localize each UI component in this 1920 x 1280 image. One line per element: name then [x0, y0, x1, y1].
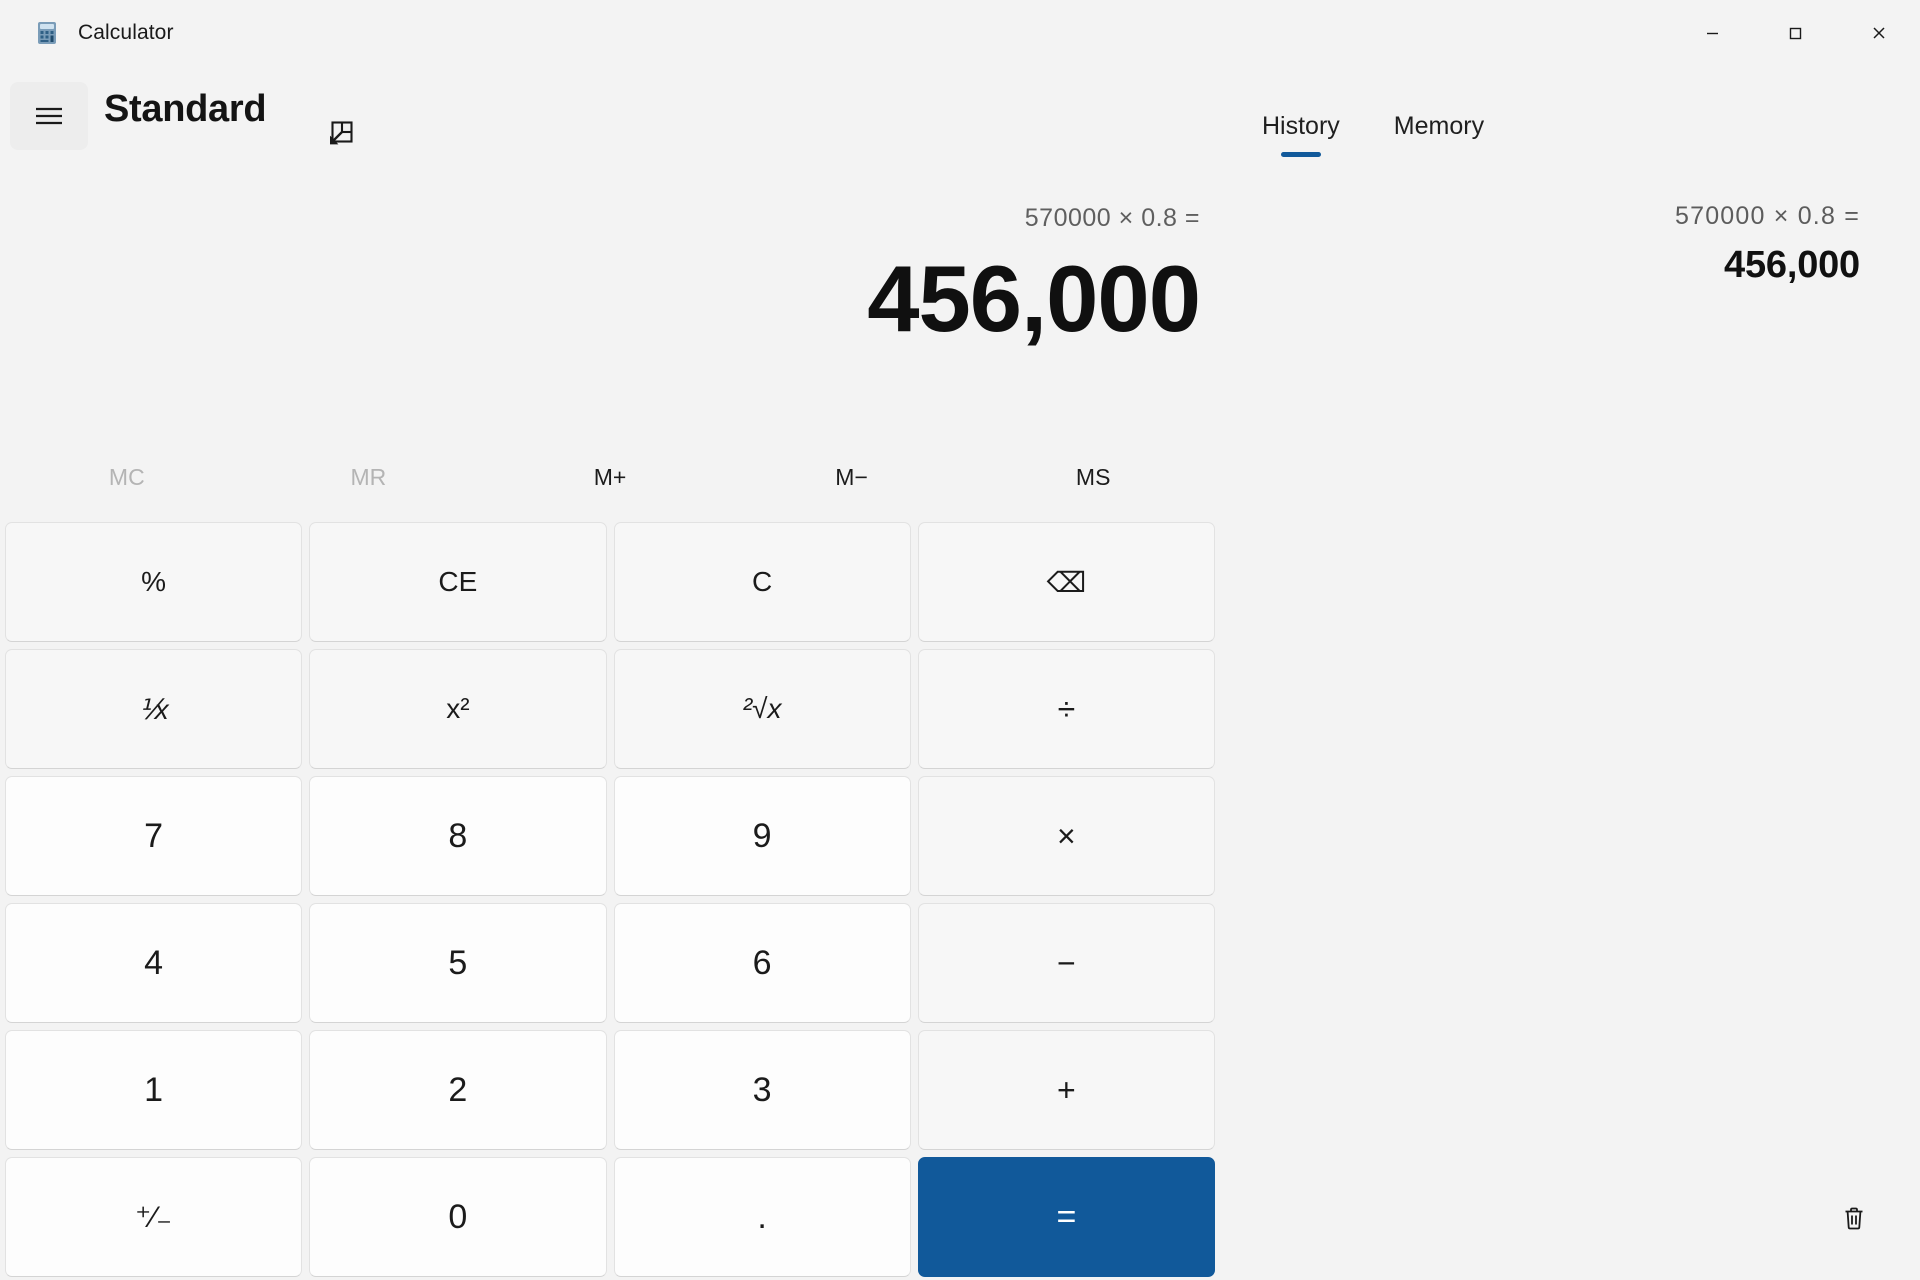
digit-5-button[interactable]: 5	[309, 903, 607, 1023]
maximize-icon	[1789, 27, 1802, 39]
trash-icon	[1845, 1207, 1863, 1230]
memory-store-button[interactable]: MS	[972, 455, 1214, 499]
memory-button-row: MC MR M+ M− MS	[0, 455, 1220, 499]
history-item-result: 456,000	[1724, 243, 1860, 286]
clear-entry-button[interactable]: CE	[309, 522, 607, 642]
calculator-window: Calculator Standard History Memory 57000…	[0, 0, 1920, 1280]
digit-2-button[interactable]: 2	[309, 1030, 607, 1150]
tab-memory[interactable]: Memory	[1372, 108, 1506, 157]
window-title: Calculator	[78, 21, 174, 44]
history-panel: 570000 × 0.8 = 456,000	[1228, 166, 1920, 1280]
subtract-button[interactable]: −	[917, 903, 1215, 1023]
minimize-icon	[1707, 32, 1718, 34]
digit-6-button[interactable]: 6	[613, 903, 911, 1023]
calculator-display: 570000 × 0.8 = 456,000	[0, 200, 1220, 349]
hamburger-menu-icon	[36, 107, 62, 125]
keypad: % CE C ⌫ ⅟x x² ²√x ÷ 7 8 9 × 4 5 6− 1 2 3 + ⁺⁄₋ 0. =	[0, 522, 1220, 1280]
tab-history[interactable]: History	[1240, 108, 1362, 157]
digit-0-button[interactable]: 0	[309, 1157, 607, 1277]
memory-clear-button: MC	[6, 455, 248, 499]
keep-on-top-icon	[330, 121, 353, 145]
close-button[interactable]	[1837, 0, 1920, 66]
close-icon	[1872, 27, 1885, 39]
title-bar: Calculator	[0, 0, 1920, 66]
display-result[interactable]: 456,000	[0, 249, 1220, 349]
tab-selected-indicator	[1280, 152, 1321, 157]
tab-memory-label: Memory	[1393, 112, 1485, 140]
minimize-button[interactable]	[1671, 0, 1754, 66]
tab-history-label: History	[1262, 112, 1340, 140]
percent-button[interactable]: %	[5, 522, 303, 642]
clear-button[interactable]: C	[613, 522, 911, 642]
digit-7-button[interactable]: 7	[5, 776, 303, 896]
navigation-menu-button[interactable]	[10, 82, 88, 150]
title-bar-left: Calculator	[0, 20, 174, 46]
history-item[interactable]: 570000 × 0.8 = 456,000	[1256, 190, 1892, 305]
calculator-icon	[34, 20, 60, 46]
equals-button[interactable]: =	[917, 1157, 1215, 1277]
window-controls	[1671, 0, 1920, 66]
history-item-expression: 570000 × 0.8 =	[1674, 202, 1860, 230]
digit-4-button[interactable]: 4	[5, 903, 303, 1023]
decimal-point-button[interactable]: .	[613, 1157, 911, 1277]
digit-3-button[interactable]: 3	[613, 1030, 911, 1150]
memory-recall-button: MR	[248, 455, 490, 499]
history-list: 570000 × 0.8 = 456,000	[1228, 190, 1920, 305]
mode-header: Standard	[0, 66, 1920, 166]
divide-button[interactable]: ÷	[917, 649, 1215, 769]
keep-on-top-button[interactable]	[322, 114, 360, 152]
add-button[interactable]: +	[917, 1030, 1215, 1150]
square-button[interactable]: x²	[309, 649, 607, 769]
backspace-icon-button[interactable]: ⌫	[917, 522, 1215, 642]
memory-add-button[interactable]: M+	[489, 455, 731, 499]
digit-9-button[interactable]: 9	[613, 776, 911, 896]
memory-subtract-button[interactable]: M−	[731, 455, 973, 499]
sign-toggle-button[interactable]: ⁺⁄₋	[5, 1157, 303, 1277]
maximize-button[interactable]	[1754, 0, 1837, 66]
square-root-button[interactable]: ²√x	[613, 649, 911, 769]
page-title: Standard	[104, 88, 267, 130]
side-panel-tabs: History Memory	[1240, 108, 1506, 157]
multiply-button[interactable]: ×	[917, 776, 1215, 896]
digit-1-button[interactable]: 1	[5, 1030, 303, 1150]
clear-history-button[interactable]	[1828, 1192, 1880, 1244]
reciprocal-button[interactable]: ⅟x	[5, 649, 303, 769]
display-expression: 570000 × 0.8 =	[1024, 204, 1200, 232]
digit-8-button[interactable]: 8	[309, 776, 607, 896]
